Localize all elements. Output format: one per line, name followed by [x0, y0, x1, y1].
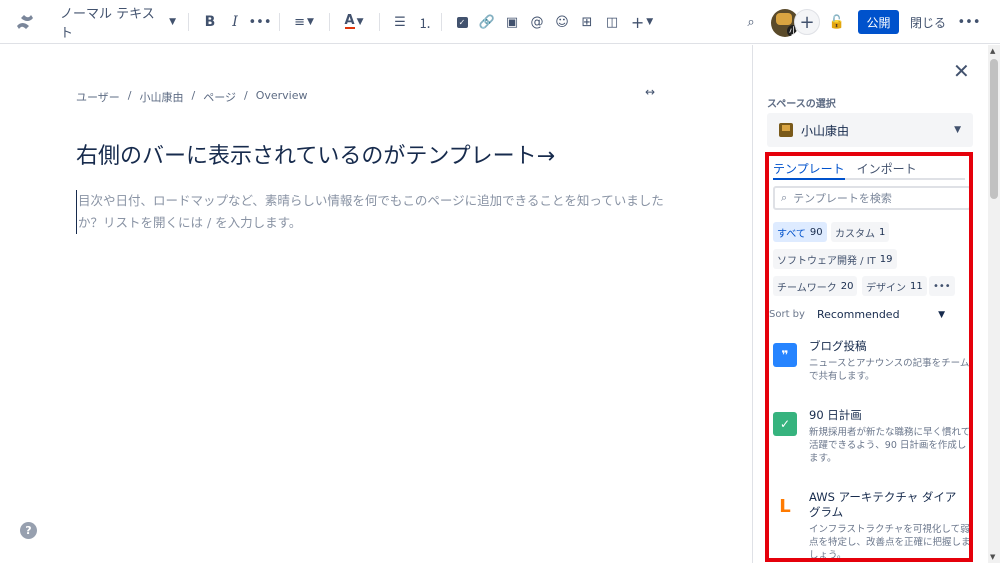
editor-placeholder[interactable]: 目次や日付、ロードマップなど、素晴らしい情報を何でもこのページに追加できることを…	[76, 190, 666, 234]
image-icon[interactable]: ▣	[501, 0, 523, 44]
breadcrumb-pages[interactable]: ページ	[203, 89, 236, 105]
breadcrumb-user[interactable]: ユーザー	[76, 89, 120, 105]
full-width-toggle-icon[interactable]: ↔	[645, 85, 655, 99]
chip-count: 20	[840, 280, 854, 292]
breadcrumb-separator: /	[127, 89, 132, 102]
breadcrumb: ユーザー / 小山康由 / ページ / Overview	[76, 89, 308, 105]
task-icon[interactable]: ✓	[451, 0, 473, 44]
template-title: ブログ投稿	[809, 339, 867, 353]
scroll-thumb[interactable]	[990, 59, 998, 199]
person-check-icon: ✓	[773, 412, 797, 436]
search-icon: ⌕	[781, 191, 788, 204]
breadcrumb-space[interactable]: 小山康由	[140, 89, 184, 105]
chip-all[interactable]: すべて 90	[773, 222, 827, 242]
template-title: 90 日計画	[809, 408, 862, 422]
emoji-icon[interactable]: ☺	[551, 0, 573, 44]
breadcrumb-current[interactable]: Overview	[256, 89, 308, 105]
chip-custom[interactable]: カスタム 1	[831, 222, 890, 242]
help-icon[interactable]: ?	[20, 522, 37, 539]
avatar-text: 小	[789, 27, 799, 37]
chip-software[interactable]: ソフトウェア開発 / IT 19	[773, 249, 897, 269]
quote-icon: ❞	[773, 343, 797, 367]
editor-area: ユーザー / 小山康由 / ページ / Overview ↔ 右側のバーに表示さ…	[0, 45, 752, 563]
insert-icon[interactable]: + ▼	[628, 0, 656, 44]
toolbar-divider	[329, 13, 330, 31]
more-icon: •••	[933, 280, 951, 292]
restrictions-icon[interactable]: 🔓	[826, 0, 848, 44]
template-description: インフラストラクチャを可視化して弱点を特定し、改善点を正確に把握しましょう。	[809, 524, 971, 561]
chip-label: カスタム	[835, 228, 875, 240]
space-select[interactable]: 小山康由 ▼	[767, 113, 973, 147]
toolbar-divider	[379, 13, 380, 31]
bold-icon[interactable]: B	[199, 0, 221, 44]
template-item[interactable]: L AWS アーキテクチャ ダイアグラム インフラストラクチャを可視化して弱点を…	[773, 490, 969, 558]
table-icon[interactable]: ⊞	[576, 0, 598, 44]
editor-toolbar: ノーマル テキスト ▼ B I ••• ≡ ▼ A ▼ ☰ ⒈ ✓ 🔗 ▣ @ ☺ …	[0, 0, 1000, 44]
breadcrumb-separator: /	[191, 89, 196, 102]
confluence-logo[interactable]	[12, 0, 38, 44]
search-icon[interactable]: ⌕	[740, 0, 762, 44]
bullet-list-icon[interactable]: ☰	[389, 0, 411, 44]
toolbar-divider	[279, 13, 280, 31]
link-icon[interactable]: 🔗	[476, 0, 498, 44]
template-item[interactable]: ✓ 90 日計画 新規採用者が新たな職務に早く慣れて活躍できるよう、90 日計画…	[773, 408, 969, 478]
italic-icon[interactable]: I	[224, 0, 246, 44]
template-title: AWS アーキテクチャ ダイアグラム	[809, 490, 957, 519]
layout-icon[interactable]: ◫	[601, 0, 623, 44]
toolbar-divider	[188, 13, 189, 31]
chip-label: ソフトウェア開発 / IT	[777, 255, 876, 267]
sort-label: Sort by	[769, 309, 805, 320]
toolbar-divider	[441, 13, 442, 31]
publish-button[interactable]: 公開	[858, 10, 899, 34]
lucid-icon: L	[779, 495, 791, 517]
chip-design[interactable]: デザイン 11	[862, 276, 927, 296]
more-chips-button[interactable]: •••	[929, 276, 955, 296]
highlight-box: テンプレート インポート ⌕ テンプレートを検索 すべて 90 カスタム 1 ソ…	[765, 152, 973, 562]
chip-count: 11	[910, 280, 923, 292]
chip-count: 19	[879, 253, 893, 265]
template-panel: ✕ スペースの選択 小山康由 ▼ テンプレート インポート ⌕ テンプレートを検…	[752, 45, 988, 563]
scroll-down-arrow-icon[interactable]: ▼	[990, 553, 995, 561]
chip-label: すべて	[777, 228, 806, 240]
space-select-label: スペースの選択	[767, 99, 836, 110]
panel-scrollbar[interactable]: ▲ ▼	[988, 45, 1000, 563]
scroll-up-arrow-icon[interactable]: ▲	[990, 47, 995, 55]
text-style-select[interactable]: ノーマル テキスト ▼	[60, 0, 176, 44]
chip-count: 90	[809, 226, 823, 238]
chip-count: 1	[879, 226, 886, 238]
space-name: 小山康由	[801, 123, 850, 138]
chevron-down-icon: ▼	[169, 17, 176, 27]
template-item[interactable]: ❞ ブログ投稿 ニュースとアナウンスの記事をチームで共有します。	[773, 339, 969, 399]
template-search-input[interactable]: ⌕ テンプレートを検索	[773, 186, 969, 210]
sort-control[interactable]: Sort by Recommended ▼	[769, 308, 961, 321]
chevron-down-icon: ▼	[938, 309, 945, 320]
text-color-icon[interactable]: A ▼	[340, 0, 368, 44]
template-description: ニュースとアナウンスの記事をチームで共有します。	[809, 358, 970, 382]
close-icon[interactable]: ✕	[953, 59, 970, 83]
close-button[interactable]: 閉じる	[906, 10, 950, 34]
more-formatting-icon[interactable]: •••	[249, 0, 272, 44]
space-avatar	[779, 123, 793, 137]
numbered-list-icon[interactable]: ⒈	[414, 0, 436, 44]
tab-import[interactable]: インポート	[857, 160, 917, 180]
text-style-label: ノーマル テキスト	[60, 7, 155, 41]
chip-label: デザイン	[866, 282, 906, 294]
mention-icon[interactable]: @	[526, 0, 548, 44]
chip-teamwork[interactable]: チームワーク 20	[773, 276, 858, 296]
tab-templates[interactable]: テンプレート	[773, 160, 845, 180]
chip-label: チームワーク	[777, 282, 837, 294]
template-description: 新規採用者が新たな職務に早く慣れて活躍できるよう、90 日計画を作成します。	[809, 427, 971, 464]
chevron-down-icon: ▼	[954, 125, 961, 135]
align-icon[interactable]: ≡ ▼	[290, 0, 318, 44]
sort-value: Recommended	[816, 308, 900, 321]
page-title[interactable]: 右側のバーに表示されているのがテンプレート→	[76, 138, 555, 170]
breadcrumb-separator: /	[244, 89, 248, 102]
search-placeholder: テンプレートを検索	[793, 192, 892, 205]
more-actions-icon[interactable]: •••	[958, 0, 981, 44]
panel-tabs: テンプレート インポート	[773, 160, 965, 180]
